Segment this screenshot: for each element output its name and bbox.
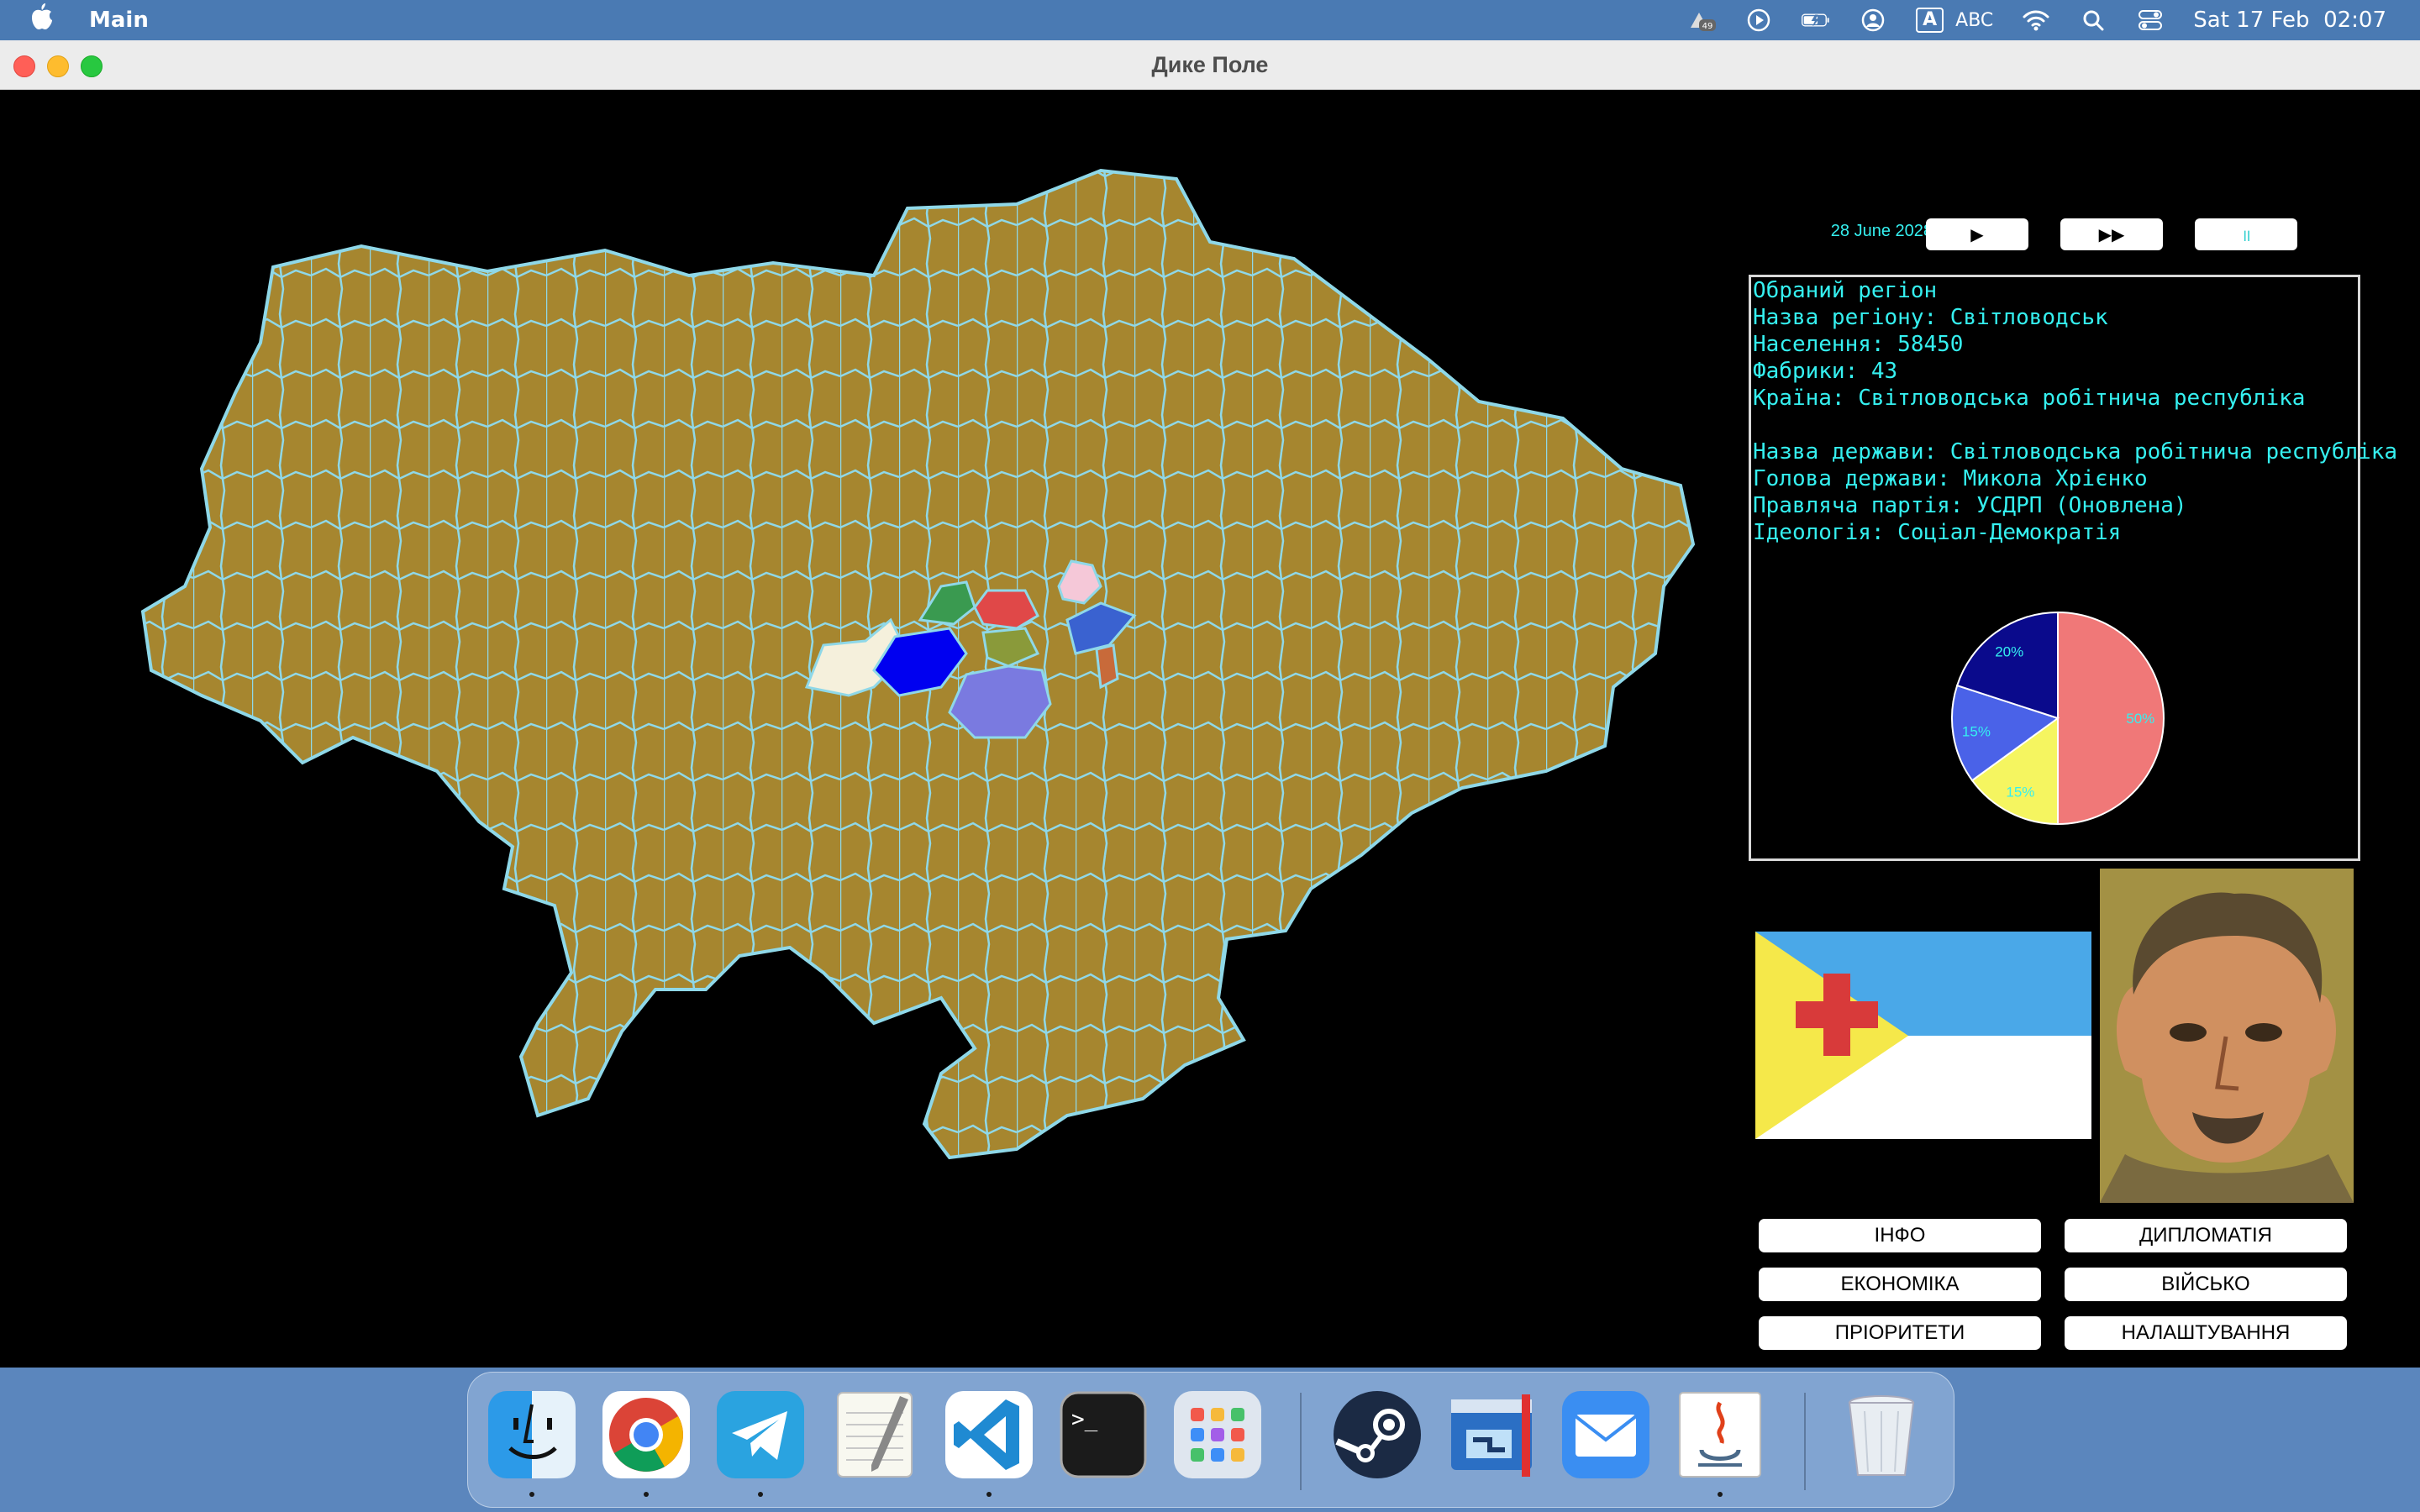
telegram-icon[interactable] xyxy=(713,1388,808,1497)
wifi-icon[interactable] xyxy=(2022,8,2050,33)
dock: >_ xyxy=(467,1372,1954,1508)
terminal-icon[interactable]: >_ xyxy=(1056,1388,1150,1482)
trash-icon[interactable] xyxy=(1834,1388,1928,1482)
minimize-window-button[interactable] xyxy=(47,55,69,77)
battery-icon[interactable] xyxy=(1802,8,1830,33)
region-factories: Фабрики: 43 xyxy=(1753,359,1898,384)
app-menu-name[interactable]: Main xyxy=(89,8,149,33)
badge-count: 49 xyxy=(1702,22,1713,31)
search-icon[interactable] xyxy=(2079,8,2107,33)
apple-menu-icon[interactable] xyxy=(30,3,64,37)
priorities-button[interactable]: ПРІОРИТЕТИ xyxy=(1759,1316,2041,1350)
finder-icon[interactable] xyxy=(485,1388,579,1497)
game-window: Дике Поле 28 June 2028 ▶ ▶▶ ॥ Обраний ре… xyxy=(0,40,2420,1368)
mail-icon[interactable] xyxy=(1559,1388,1653,1482)
play-circle-icon[interactable] xyxy=(1744,8,1773,33)
state-head: Голова держави: Микола Хрієнко xyxy=(1753,466,2148,491)
dock-separator xyxy=(1300,1393,1302,1490)
maximize-window-button[interactable] xyxy=(81,55,103,77)
play-button[interactable]: ▶ xyxy=(1926,218,2028,250)
pie-label-2: 15% xyxy=(1962,723,1991,739)
pie-label-0: 50% xyxy=(2126,711,2154,727)
close-window-button[interactable] xyxy=(13,55,35,77)
game-date: 28 June 2028 xyxy=(1830,222,1933,240)
steam-icon[interactable] xyxy=(1330,1388,1424,1482)
input-source-icon: A xyxy=(1916,8,1944,33)
notification-badge-icon[interactable]: 49 xyxy=(1687,8,1717,33)
window-title: Дике Поле xyxy=(1151,51,1269,77)
pie-label-3: 20% xyxy=(1995,643,2023,659)
region-header: Обраний регіон xyxy=(1753,278,1938,303)
region-population: Населення: 58450 xyxy=(1753,332,1964,357)
region-red[interactable] xyxy=(973,589,1039,630)
ukraine-region-map[interactable] xyxy=(134,150,1714,1267)
state-party: Правляча партія: УСДРП (Оновлена) xyxy=(1753,493,2187,518)
pause-button[interactable]: ॥ xyxy=(2195,218,2297,250)
state-flag xyxy=(1755,932,2091,1139)
region-name: Назва регіону: Світловодськ xyxy=(1753,305,2108,330)
java-icon[interactable] xyxy=(1673,1388,1767,1497)
settings-button[interactable]: НАЛАШТУВАННЯ xyxy=(2065,1316,2347,1350)
control-center-icon[interactable] xyxy=(2136,8,2165,33)
state-leader-portrait xyxy=(2100,869,2354,1203)
state-ideology: Ідеологія: Соціал-Демократія xyxy=(1753,520,2122,545)
input-source-menu[interactable]: A ABC xyxy=(1916,8,1993,33)
vscode-icon[interactable] xyxy=(942,1388,1036,1497)
launchpad-icon[interactable] xyxy=(1171,1388,1265,1482)
map-region-borders xyxy=(143,171,1693,1158)
chrome-icon[interactable] xyxy=(599,1388,693,1497)
textedit-icon[interactable] xyxy=(828,1388,922,1482)
region-orange[interactable] xyxy=(1095,643,1119,690)
menu-bar: Main 49 A ABC Sat 17 Feb 02:07 xyxy=(0,0,2420,40)
region-country: Країна: Світловодська робітнича республі… xyxy=(1753,386,2306,411)
region-info-panel: Обраний регіон Назва регіону: Світловодс… xyxy=(1749,275,2397,861)
menubar-clock[interactable]: Sat 17 Feb 02:07 xyxy=(2193,8,2386,33)
dock-separator-2 xyxy=(1804,1393,1806,1490)
state-name: Назва держави: Світловодська робітнича р… xyxy=(1753,439,2398,465)
remote-desktop-icon[interactable] xyxy=(1444,1388,1539,1482)
economy-button[interactable]: ЕКОНОМІКА xyxy=(1759,1268,2041,1301)
pie-label-1: 15% xyxy=(2006,785,2034,801)
diplomacy-button[interactable]: ДИПЛОМАТІЯ xyxy=(2065,1219,2347,1252)
party-pie-chart: 50% 15% 15% 20% xyxy=(1951,611,2165,826)
fast-forward-button[interactable]: ▶▶ xyxy=(2060,218,2163,250)
input-source-label: ABC xyxy=(1955,9,1994,31)
military-button[interactable]: ВІЙСЬКО xyxy=(2065,1268,2347,1301)
user-account-icon[interactable] xyxy=(1859,8,1887,33)
window-titlebar[interactable]: Дике Поле xyxy=(0,40,2420,90)
terminal-prompt: >_ xyxy=(1071,1407,1098,1432)
info-button[interactable]: ІНФО xyxy=(1759,1219,2041,1252)
